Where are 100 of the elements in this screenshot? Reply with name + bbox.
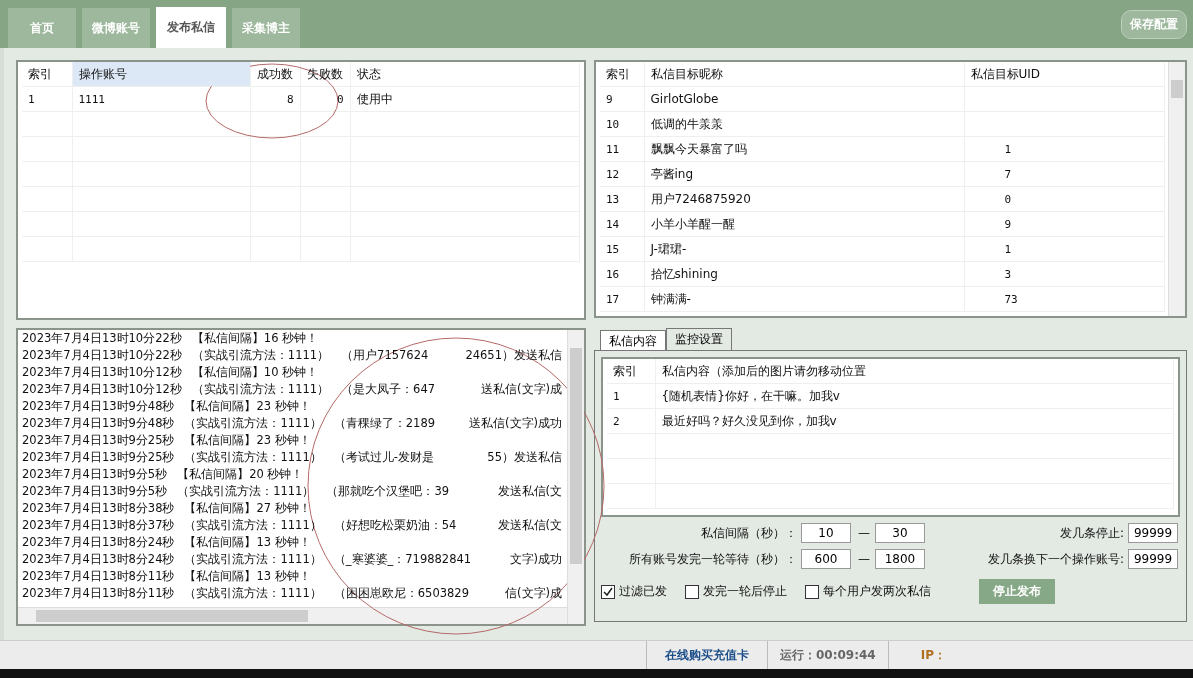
log-message: 发送私信(文 bbox=[497, 517, 562, 534]
log-message: （实战引流方法：1111） （_寒婆婆_：719882841 bbox=[184, 551, 472, 568]
column-header[interactable]: 状态 bbox=[350, 62, 580, 87]
table-cell: 拾忆shining bbox=[644, 261, 964, 287]
table-cell: GirlotGlobe bbox=[644, 86, 964, 112]
log-message: 【私信间隔】27 秒钟！ bbox=[184, 500, 311, 517]
log-message: 【私信间隔】10 秒钟！ bbox=[191, 364, 319, 381]
input-field[interactable]: 30 bbox=[875, 523, 925, 543]
table-cell: 8 bbox=[250, 86, 300, 112]
table-cell: 15 bbox=[600, 236, 644, 262]
input-field[interactable]: 99999 bbox=[1128, 523, 1178, 543]
log-time: 2023年7月4日13时9分25秒 bbox=[22, 449, 175, 466]
log-time: 2023年7月4日13时10分22秒 bbox=[22, 330, 182, 347]
ip-label: IP： bbox=[920, 646, 946, 664]
table-cell: 3 bbox=[964, 261, 1165, 287]
log-message: （实战引流方法：1111） （是大凤子：647 bbox=[191, 381, 436, 398]
table-cell: 飘飘今天暴富了吗 bbox=[644, 136, 964, 162]
table-cell: 13 bbox=[600, 186, 644, 212]
checkbox[interactable] bbox=[601, 584, 615, 599]
range-separator: — bbox=[857, 526, 871, 540]
checkbox-label: 发完一轮后停止 bbox=[703, 583, 787, 600]
table-cell: 2 bbox=[607, 408, 655, 434]
table-cell: 17 bbox=[600, 286, 644, 312]
table-cell: 16 bbox=[600, 261, 644, 287]
table-cell: 7 bbox=[964, 161, 1165, 187]
input-field[interactable]: 99999 bbox=[1128, 549, 1178, 569]
table-cell: 小羊小羊醒一醒 bbox=[644, 211, 964, 237]
table-cell: 0 bbox=[300, 86, 350, 112]
tab[interactable]: 私信内容 bbox=[600, 330, 666, 350]
log-time: 2023年7月4日13时9分5秒 bbox=[22, 483, 168, 500]
table-cell: 亭酱ing bbox=[644, 161, 964, 187]
log-time: 2023年7月4日13时10分12秒 bbox=[22, 364, 182, 381]
field-label: 发几条停止: bbox=[1058, 524, 1125, 542]
table-cell: 9 bbox=[964, 211, 1165, 237]
runtime-text: 运行：00:09:44 bbox=[780, 646, 876, 664]
vertical-scrollbar[interactable] bbox=[567, 330, 584, 624]
log-message: （实战引流方法：1111） （考试过儿-发财是 bbox=[184, 449, 434, 466]
log-message: （实战引流方法：1111） （好想吃松栗奶油：54 bbox=[184, 517, 457, 534]
table-cell: 用户7246875920 bbox=[644, 186, 964, 212]
log-message: 文字)成功 bbox=[509, 551, 562, 568]
column-header[interactable]: 成功数 bbox=[250, 62, 300, 87]
log-message: （实战引流方法：1111） （困困崽欧尼：6503829 bbox=[184, 585, 469, 602]
log-message: 【私信间隔】13 秒钟！ bbox=[184, 568, 311, 585]
log-message: 【私信间隔】23 秒钟！ bbox=[184, 432, 311, 449]
table-cell: {随机表情}你好，在干嘛。加我v bbox=[655, 383, 1174, 409]
log-time: 2023年7月4日13时9分48秒 bbox=[22, 415, 175, 432]
input-field[interactable]: 600 bbox=[801, 549, 851, 569]
table-cell: 最近好吗？好久没见到你，加我v bbox=[655, 408, 1174, 434]
table-cell: 11 bbox=[600, 136, 644, 162]
column-header[interactable]: 索引 bbox=[607, 359, 655, 384]
checkbox-label: 过滤已发 bbox=[619, 583, 667, 600]
log-message: 送私信(文字)成功 bbox=[469, 415, 562, 432]
log-time: 2023年7月4日13时9分48秒 bbox=[22, 398, 175, 415]
column-header[interactable]: 私信目标昵称 bbox=[644, 62, 964, 87]
column-header[interactable]: 操作账号 bbox=[72, 62, 250, 87]
table-cell: J-珺珺- bbox=[644, 236, 964, 262]
checkbox[interactable] bbox=[685, 584, 699, 599]
table-cell: 1 bbox=[964, 236, 1165, 262]
log-time: 2023年7月4日13时10分22秒 bbox=[22, 347, 182, 364]
log-message: （实战引流方法：1111） （青稞绿了：2189 bbox=[184, 415, 436, 432]
checkbox[interactable] bbox=[805, 584, 819, 599]
log-time: 2023年7月4日13时8分24秒 bbox=[22, 534, 175, 551]
column-header[interactable]: 索引 bbox=[600, 62, 644, 87]
log-message: 【私信间隔】20 秒钟！ bbox=[177, 466, 304, 483]
field-label: 所有账号发完一轮等待（秒）： bbox=[628, 550, 798, 568]
log-time: 2023年7月4日13时8分11秒 bbox=[22, 585, 175, 602]
column-header[interactable]: 失败数 bbox=[300, 62, 350, 87]
field-label: 私信间隔（秒）： bbox=[700, 524, 798, 542]
log-message: 55）发送私信 bbox=[487, 449, 562, 466]
table-cell: 1111 bbox=[72, 86, 250, 112]
tab[interactable]: 监控设置 bbox=[666, 328, 732, 350]
vertical-scrollbar[interactable] bbox=[1168, 62, 1185, 316]
table-cell: 使用中 bbox=[350, 86, 580, 112]
log-message: 【私信间隔】23 秒钟！ bbox=[184, 398, 311, 415]
table-cell: 9 bbox=[600, 86, 644, 112]
table-cell: 钟满满- bbox=[644, 286, 964, 312]
input-field[interactable]: 1800 bbox=[875, 549, 925, 569]
column-header[interactable]: 私信目标UID bbox=[964, 62, 1165, 87]
table-cell: 1 bbox=[964, 136, 1165, 162]
table-cell: 12 bbox=[600, 161, 644, 187]
table-cell: 14 bbox=[600, 211, 644, 237]
log-message: 发送私信(文 bbox=[497, 483, 562, 500]
log-time: 2023年7月4日13时9分25秒 bbox=[22, 432, 175, 449]
tab[interactable]: 发布私信 bbox=[156, 7, 226, 48]
field-label: 发几条换下一个操作账号: bbox=[986, 550, 1125, 568]
table-cell: 0 bbox=[964, 186, 1165, 212]
column-header[interactable]: 索引 bbox=[22, 62, 72, 87]
log-time: 2023年7月4日13时8分24秒 bbox=[22, 551, 175, 568]
log-message: 【私信间隔】16 秒钟！ bbox=[191, 330, 319, 347]
column-header[interactable]: 私信内容（添加后的图片请勿移动位置 bbox=[655, 359, 1174, 384]
log-message: 送私信(文字)成 bbox=[481, 381, 562, 398]
log-message: 信(文字)成 bbox=[505, 585, 562, 602]
buy-card-link[interactable]: 在线购买充值卡 bbox=[659, 645, 755, 665]
checkbox-label: 每个用户发两次私信 bbox=[823, 583, 931, 600]
log-time: 2023年7月4日13时8分11秒 bbox=[22, 568, 175, 585]
input-field[interactable]: 10 bbox=[801, 523, 851, 543]
log-time: 2023年7月4日13时9分5秒 bbox=[22, 466, 168, 483]
log-message: 24651）发送私信 bbox=[465, 347, 562, 364]
log-time: 2023年7月4日13时10分12秒 bbox=[22, 381, 182, 398]
horizontal-scrollbar[interactable] bbox=[18, 607, 568, 624]
